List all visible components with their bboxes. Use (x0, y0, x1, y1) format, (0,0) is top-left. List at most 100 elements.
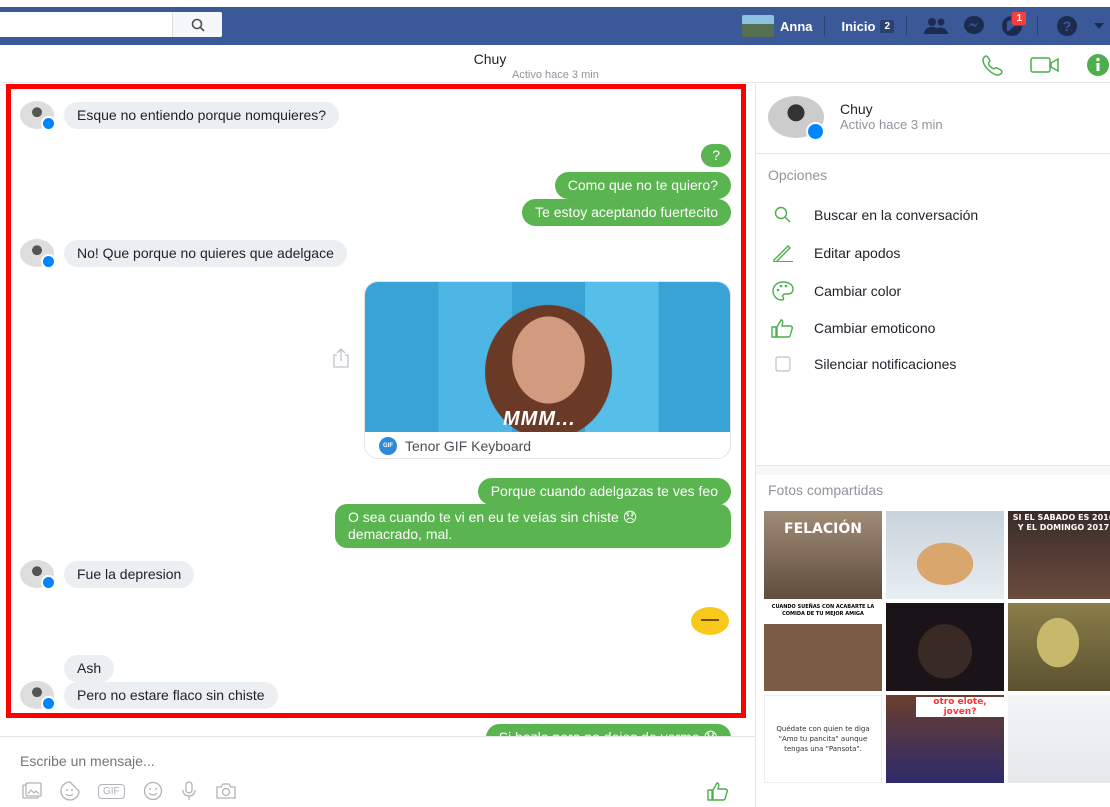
option-label: Cambiar color (814, 283, 902, 299)
contact-avatar[interactable] (20, 101, 56, 131)
friend-requests-icon[interactable] (923, 15, 949, 37)
divider (824, 16, 826, 36)
photo-icon (22, 782, 42, 799)
emoji-button[interactable] (143, 781, 163, 801)
search-button[interactable] (172, 12, 222, 37)
profile-link[interactable]: Anna (780, 19, 813, 34)
svg-text:?: ? (1063, 18, 1072, 34)
unamused-emoji-icon[interactable] (691, 607, 729, 635)
option-label: Editar apodos (814, 245, 901, 261)
message-row: Fue la depresion (20, 560, 195, 590)
notifications-icon[interactable]: 1 (999, 11, 1027, 37)
contact-profile[interactable]: Chuy Activo hace 3 min (756, 84, 1110, 154)
video-call-button[interactable] (1030, 56, 1060, 74)
gif-button[interactable]: GIF (98, 783, 125, 799)
shared-photo[interactable] (886, 603, 1004, 691)
options-section-title[interactable]: Opciones (768, 167, 827, 183)
phone-icon (982, 55, 1003, 76)
home-count-badge: 2 (880, 19, 894, 33)
photo-caption: CUANDO SUEÑAS CON ACABARTE LA COMIDA DE … (771, 604, 875, 617)
option-label: Silenciar notificaciones (814, 356, 957, 372)
conversation-details-panel: Chuy Activo hace 3 min Opciones Buscar e… (755, 84, 1110, 807)
message-bubble[interactable]: Porque cuando adelgazas te ves feo (477, 478, 731, 505)
contact-avatar[interactable] (20, 560, 56, 590)
option-change-emoji[interactable]: Cambiar emoticono (768, 318, 935, 338)
divider (1037, 16, 1038, 36)
option-change-color[interactable]: Cambiar color (768, 281, 901, 301)
account-menu-chevron-icon[interactable] (1092, 15, 1106, 37)
message-row: No! Que porque no quieres que adelgace (20, 239, 347, 269)
message-bubble[interactable]: Pero no estare flaco sin chiste (64, 681, 278, 709)
gif-attribution[interactable]: GIF Tenor GIF Keyboard (365, 432, 730, 458)
shared-photos-grid: FELACIÓN SI EL SABADO ES 2016 Y EL DOMIN… (764, 511, 1110, 783)
home-link[interactable]: Inicio 2 (841, 19, 894, 34)
option-label: Buscar en la conversación (814, 207, 979, 223)
gif-caption: MMM... (503, 408, 576, 430)
video-camera-icon (1030, 57, 1059, 73)
shared-photo[interactable]: otro elote, joven? (886, 695, 1004, 783)
share-icon[interactable] (331, 348, 351, 371)
contact-avatar-large[interactable] (768, 96, 825, 141)
user-avatar[interactable] (741, 15, 774, 37)
checkbox-icon[interactable] (775, 356, 791, 372)
search-field[interactable] (0, 12, 222, 37)
message-row: Pero no estare flaco sin chiste (20, 681, 278, 711)
option-mute-notifications[interactable]: Silenciar notificaciones (768, 356, 956, 372)
message-bubble[interactable]: Te estoy aceptando fuertecito (522, 199, 731, 226)
help-icon[interactable]: ? (1054, 15, 1080, 37)
photo-caption: SI EL SABADO ES 2016 Y EL DOMINGO 2017 (1012, 513, 1110, 532)
section-divider (756, 465, 1110, 475)
send-like-button[interactable] (707, 781, 729, 804)
tenor-logo-icon: GIF (379, 437, 397, 455)
conversation-info-button[interactable] (1086, 53, 1110, 77)
notification-count-badge: 1 (1011, 11, 1027, 26)
sticker-button[interactable] (60, 781, 80, 801)
shared-photo[interactable] (1008, 603, 1110, 691)
option-search-conversation[interactable]: Buscar en la conversación (768, 206, 978, 224)
message-row: O sea cuando te vi en eu te veías sin ch… (335, 504, 731, 548)
shared-photo[interactable]: SI EL SABADO ES 2016 Y EL DOMINGO 2017 (1008, 511, 1110, 599)
photo-button[interactable] (22, 782, 42, 800)
message-bubble[interactable]: Si hazlo pero no dejes de verme 😞 (485, 724, 731, 736)
contact-name[interactable]: Chuy (840, 101, 873, 117)
smiley-icon (143, 781, 162, 801)
shared-photo[interactable]: FELACIÓN (764, 511, 882, 599)
message-bubble[interactable]: Fue la depresion (64, 560, 195, 588)
message-bubble[interactable]: No! Que porque no quieres que adelgace (64, 239, 347, 267)
shared-photos-title[interactable]: Fotos compartidas (768, 482, 883, 498)
shared-photo[interactable] (886, 511, 1004, 599)
voice-call-button[interactable] (982, 54, 1004, 76)
thumbs-up-icon (771, 319, 794, 338)
camera-icon (216, 783, 236, 799)
message-row: Si hazlo pero no dejes de verme 😞 (485, 724, 731, 736)
shared-photo[interactable] (1008, 695, 1110, 783)
palette-icon (772, 281, 794, 301)
search-icon (191, 18, 205, 32)
photo-caption: Quédate con quien te diga "Amo tu pancit… (776, 725, 870, 753)
message-bubble[interactable]: Como que no te quiero? (554, 172, 731, 199)
divider (906, 16, 907, 36)
message-input[interactable] (20, 753, 620, 769)
camera-button[interactable] (215, 782, 237, 800)
gif-message[interactable]: MMM... GIF Tenor GIF Keyboard (364, 281, 731, 459)
message-row: Ash (20, 655, 115, 682)
message-composer: GIF (0, 736, 755, 807)
message-bubble[interactable]: Esque no entiendo porque nomquieres? (64, 101, 340, 129)
search-icon (774, 206, 791, 223)
message-row: Esque no entiendo porque nomquieres? (20, 101, 340, 131)
top-navigation-bar: Anna Inicio 2 1 ? (0, 0, 1110, 45)
photo-caption: FELACIÓN (784, 521, 862, 537)
shared-photo[interactable]: CUANDO SUEÑAS CON ACABARTE LA COMIDA DE … (764, 603, 882, 691)
option-edit-nicknames[interactable]: Editar apodos (768, 244, 900, 262)
info-icon (1087, 54, 1109, 76)
message-bubble[interactable]: O sea cuando te vi en eu te veías sin ch… (335, 504, 731, 548)
gif-image[interactable]: MMM... (365, 282, 730, 432)
contact-avatar[interactable] (20, 681, 56, 711)
voice-clip-button[interactable] (181, 781, 197, 801)
option-label: Cambiar emoticono (814, 320, 936, 336)
message-bubble[interactable]: Ash (64, 655, 115, 682)
contact-avatar[interactable] (20, 239, 56, 269)
shared-photo[interactable]: Quédate con quien te diga "Amo tu pancit… (764, 695, 882, 783)
message-bubble[interactable]: ? (701, 144, 731, 167)
messenger-icon[interactable] (961, 15, 987, 37)
